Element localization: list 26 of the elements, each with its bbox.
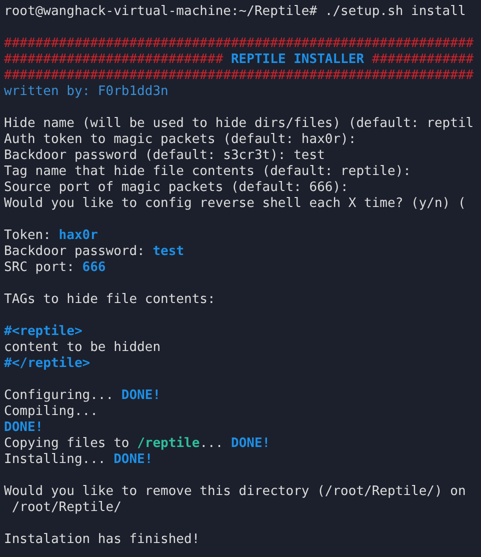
terminal-line: Auth token to magic packets (default: hax0r): [4, 132, 356, 148]
terminal-line: #</reptile> [4, 356, 90, 372]
terminal-line: Would you like to remove this directory (/root/Reptile/) on [4, 484, 466, 500]
terminal-line: Would you like to config reverse shell each X time? (y/n) ( [4, 196, 466, 212]
terminal-line: Hide name (will be used to hide dirs/files) (default: reptil [4, 116, 474, 132]
terminal-line: SRC port: 666 [4, 260, 106, 276]
terminal-line: written by: F0rb1dd3n [4, 84, 168, 100]
terminal-line: Token: hax0r [4, 228, 98, 244]
terminal-line: Backdoor password: test [4, 244, 184, 260]
terminal-line: Configuring... DONE! [4, 388, 161, 404]
terminal-line: Installing... DONE! [4, 452, 153, 468]
terminal-line: Tag name that hide file contents (default: reptile): [4, 164, 411, 180]
terminal-line: content to be hidden [4, 340, 161, 356]
terminal-line: ############################################################ [4, 68, 474, 84]
terminal-line: Instalation has finished! [4, 532, 200, 548]
terminal-line: ############################ REPTILE INSTALLER ############# [4, 52, 474, 68]
terminal-line: Backdoor password (default: s3cr3t): test [4, 148, 325, 164]
terminal-line: /root/Reptile/ [10, 500, 122, 516]
terminal-line: Compiling... [4, 404, 98, 420]
terminal-line: TAGs to hide file contents: [4, 292, 216, 308]
terminal-line: ############################################################ [4, 36, 474, 52]
terminal-line: Source port of magic packets (default: 666): [4, 180, 348, 196]
terminal-line: Copying files to /reptile... DONE! [4, 436, 270, 452]
terminal-line: #<reptile> [4, 324, 82, 340]
terminal-line: DONE! [4, 420, 44, 436]
terminal-line: root@wanghack-virtual-machine:~/Reptile# ./setup.sh install [4, 4, 466, 20]
